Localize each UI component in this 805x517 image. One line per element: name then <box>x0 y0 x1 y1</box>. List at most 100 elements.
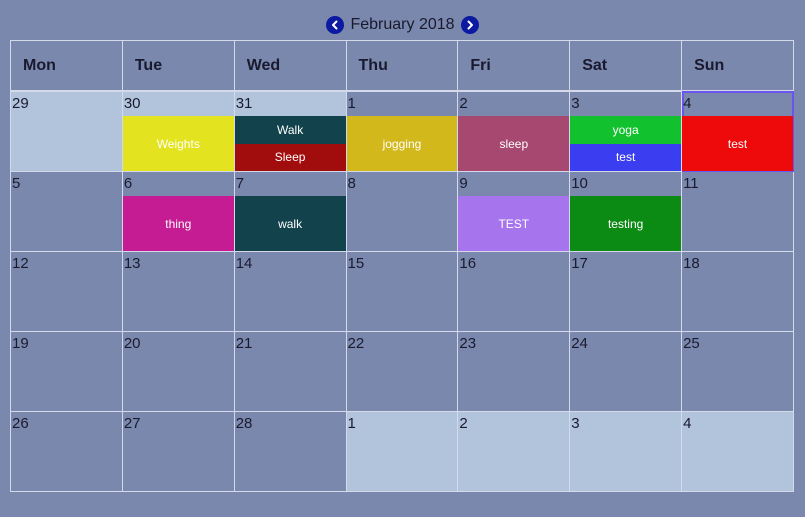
event-list: walk <box>234 196 346 251</box>
day-cell[interactable]: 19 <box>10 331 123 412</box>
day-cell[interactable]: 23 <box>457 331 571 412</box>
day-cell[interactable]: 31 Walk Sleep <box>233 90 347 172</box>
calendar-body: 29 30 Weights 31 Walk Sleep 1 jogging 2 sleep 3 yog… <box>10 90 794 492</box>
day-number: 3 <box>571 95 580 112</box>
day-number: 24 <box>571 335 588 352</box>
day-cell[interactable]: 4 <box>681 411 794 492</box>
day-cell[interactable]: 4 test <box>681 90 794 172</box>
day-cell[interactable]: 9 TEST <box>457 171 571 252</box>
day-number: 30 <box>123 95 141 112</box>
chevron-right-icon[interactable] <box>460 16 479 34</box>
day-number: 27 <box>123 415 141 432</box>
day-cell[interactable]: 24 <box>569 331 683 412</box>
event-list: test <box>682 116 793 171</box>
day-cell[interactable]: 16 <box>457 251 571 332</box>
day-cell[interactable]: 28 <box>233 411 347 492</box>
day-number: 15 <box>347 255 365 272</box>
day-cell[interactable]: 2 <box>457 411 571 492</box>
calendar-event[interactable]: test <box>570 143 682 171</box>
day-cell[interactable]: 30 Weights <box>121 90 235 172</box>
day-number: 10 <box>571 175 588 192</box>
event-list: sleep <box>458 116 570 171</box>
calendar-event[interactable]: test <box>682 116 793 171</box>
calendar-event[interactable]: yoga <box>570 116 682 144</box>
day-cell[interactable]: 15 <box>345 251 459 332</box>
day-number: 3 <box>571 415 580 432</box>
day-cell[interactable]: 13 <box>121 251 235 332</box>
day-cell[interactable]: 20 <box>121 331 235 412</box>
day-number: 19 <box>12 335 29 352</box>
event-list: Walk Sleep <box>234 116 346 171</box>
calendar-event[interactable]: thing <box>122 196 234 251</box>
day-number: 7 <box>235 175 245 192</box>
weekday-sun: Sun <box>681 40 794 92</box>
day-cell[interactable]: 17 <box>569 251 683 332</box>
day-number: 23 <box>459 335 477 352</box>
day-cell[interactable]: 22 <box>345 331 459 412</box>
event-list: jogging <box>346 116 458 171</box>
calendar-event[interactable]: sleep <box>458 116 570 171</box>
event-list: thing <box>122 196 234 251</box>
day-cell[interactable]: 10 testing <box>569 171 683 252</box>
day-number: 14 <box>235 255 253 272</box>
day-cell[interactable]: 26 <box>10 411 123 492</box>
day-number: 1 <box>347 95 356 112</box>
day-number: 13 <box>123 255 141 272</box>
day-cell[interactable]: 5 <box>10 171 123 252</box>
month-calendar: Mon Tue Wed Thu Fri Sat Sun 29 30 Weights 3… <box>10 40 794 492</box>
event-list: yoga test <box>570 116 682 171</box>
calendar-event[interactable]: Walk <box>234 116 346 144</box>
weekday-sat: Sat <box>569 40 683 92</box>
week-row: 5 6 thing 7 walk 8 9 TEST 10 testing 11 <box>10 171 794 252</box>
day-cell[interactable]: 29 <box>10 90 123 172</box>
weekday-fri: Fri <box>457 40 571 92</box>
day-cell[interactable]: 12 <box>10 251 123 332</box>
day-number: 28 <box>235 415 253 432</box>
calendar-event[interactable]: TEST <box>458 196 570 251</box>
week-row: 26 27 28 1 2 3 4 <box>10 411 794 492</box>
day-number: 17 <box>571 255 588 272</box>
chevron-left-icon[interactable] <box>326 16 345 34</box>
weekday-thu: Thu <box>345 40 459 92</box>
day-number: 25 <box>683 335 700 352</box>
day-cell[interactable]: 1 jogging <box>345 90 459 172</box>
calendar-event[interactable]: Weights <box>122 116 234 171</box>
week-row: 12 13 14 15 16 17 18 <box>10 251 794 332</box>
day-number: 4 <box>683 95 692 112</box>
day-cell[interactable]: 25 <box>681 331 794 412</box>
month-navigation: February 2018 <box>0 14 805 36</box>
day-number: 26 <box>12 415 29 432</box>
day-cell[interactable]: 8 <box>345 171 459 252</box>
day-cell[interactable]: 21 <box>233 331 347 412</box>
month-title: February 2018 <box>350 16 455 33</box>
day-number: 5 <box>12 175 21 192</box>
day-number: 6 <box>123 175 133 192</box>
day-number: 1 <box>347 415 356 432</box>
day-cell[interactable]: 7 walk <box>233 171 347 252</box>
event-list: Weights <box>122 116 234 171</box>
week-row: 29 30 Weights 31 Walk Sleep 1 jogging 2 sleep 3 yog… <box>10 90 794 172</box>
day-cell[interactable]: 3 <box>569 411 683 492</box>
day-cell[interactable]: 11 <box>681 171 794 252</box>
day-cell[interactable]: 14 <box>233 251 347 332</box>
day-number: 2 <box>459 95 468 112</box>
calendar-event[interactable]: jogging <box>346 116 458 171</box>
day-cell[interactable]: 27 <box>121 411 235 492</box>
day-number: 9 <box>459 175 468 192</box>
calendar-event[interactable]: Sleep <box>234 143 346 171</box>
day-cell[interactable]: 6 thing <box>121 171 235 252</box>
day-number: 2 <box>459 415 468 432</box>
day-cell[interactable]: 18 <box>681 251 794 332</box>
event-list: TEST <box>458 196 570 251</box>
calendar-event[interactable]: walk <box>234 196 346 251</box>
day-cell[interactable]: 3 yoga test <box>569 90 683 172</box>
calendar-event[interactable]: testing <box>570 196 682 251</box>
day-number: 12 <box>12 255 29 272</box>
day-cell[interactable]: 2 sleep <box>457 90 571 172</box>
day-number: 16 <box>459 255 477 272</box>
day-number: 4 <box>683 415 692 432</box>
event-list: testing <box>570 196 682 251</box>
weekday-tue: Tue <box>121 40 235 92</box>
day-cell[interactable]: 1 <box>345 411 459 492</box>
day-number: 21 <box>235 335 253 352</box>
